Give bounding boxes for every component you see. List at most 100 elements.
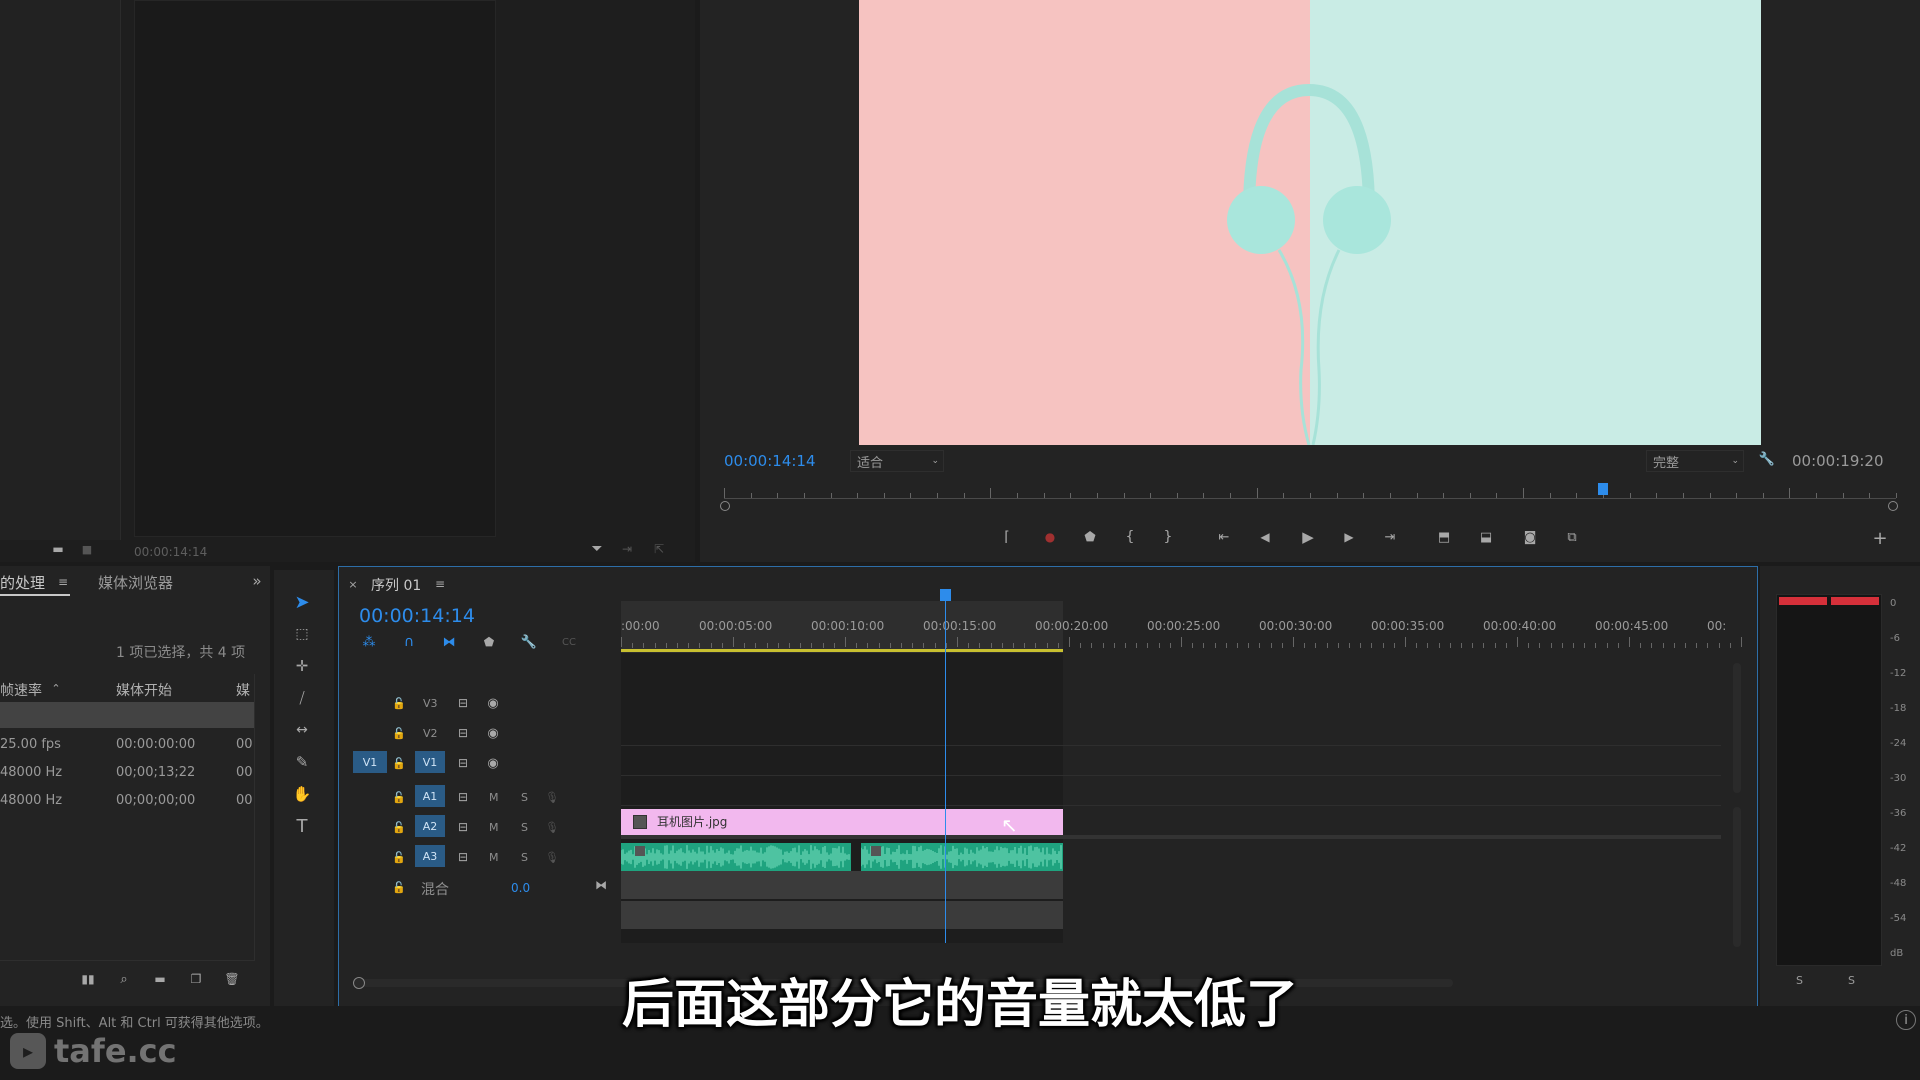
selection-tool-icon[interactable]: ➤ — [290, 590, 314, 614]
sync-lock-icon[interactable]: ⊟ — [455, 725, 471, 741]
slip-tool-icon[interactable]: ↔ — [290, 718, 314, 742]
mix-value[interactable]: 0.0 — [511, 881, 530, 895]
export-icon[interactable]: ⇱ — [650, 540, 668, 558]
solo-button[interactable]: S — [521, 851, 528, 864]
solo-right-button[interactable]: S — [1848, 974, 1855, 987]
record-icon[interactable]: ● — [1038, 526, 1062, 548]
solo-left-button[interactable]: S — [1796, 974, 1803, 987]
vertical-scrollbar-audio[interactable] — [1733, 807, 1741, 947]
eye-icon[interactable]: ◉ — [485, 725, 501, 741]
work-area-bar[interactable] — [621, 649, 1063, 652]
in-bracket-icon[interactable]: { — [1118, 526, 1142, 548]
insert-icon[interactable]: ⇥ — [618, 540, 636, 558]
audio-clip[interactable] — [621, 843, 851, 871]
sync-lock-icon[interactable]: ⊟ — [455, 695, 471, 711]
track-target-v1[interactable]: V1 — [415, 751, 445, 773]
track-target-a2[interactable]: A2 — [415, 815, 445, 837]
microphone-icon[interactable]: 🎙 — [545, 819, 559, 835]
wrench-icon[interactable]: 🔧 — [519, 633, 539, 651]
trash-icon[interactable]: 🗑 — [222, 970, 242, 988]
lock-icon[interactable]: 🔓 — [391, 755, 407, 771]
menu-icon[interactable]: ≡ — [433, 577, 447, 591]
sync-lock-icon[interactable]: ⊟ — [455, 789, 471, 805]
menu-icon[interactable]: ≡ — [56, 574, 70, 590]
mute-button[interactable]: M — [489, 821, 499, 834]
step-back-icon[interactable]: ◀ — [1253, 526, 1277, 548]
linked-selection-icon[interactable]: ⧓ — [439, 633, 459, 651]
lift-icon[interactable]: ⬒ — [1432, 526, 1456, 548]
program-scrub-bar[interactable] — [720, 478, 1900, 511]
playhead-line[interactable] — [945, 593, 946, 943]
scrub-playhead[interactable] — [1598, 483, 1608, 495]
video-clip[interactable]: 耳机图片.jpg — [621, 809, 1063, 835]
source-patch-v1[interactable]: V1 — [353, 751, 387, 773]
lock-icon[interactable]: 🔓 — [391, 879, 407, 895]
sync-lock-icon[interactable]: ⊟ — [455, 755, 471, 771]
sync-lock-icon[interactable]: ⊟ — [455, 849, 471, 865]
wrench-icon[interactable]: 🔧 — [1758, 450, 1776, 468]
comparison-view-icon[interactable]: ⧉ — [1560, 526, 1584, 548]
solo-button[interactable]: S — [521, 821, 528, 834]
captions-icon[interactable]: CC — [557, 633, 581, 651]
expand-panels-icon[interactable]: » — [248, 572, 266, 590]
trash-icon[interactable]: ■ — [80, 542, 94, 556]
mark-in-icon[interactable]: ⌈ — [995, 526, 1019, 548]
sync-lock-icon[interactable]: ⊟ — [455, 819, 471, 835]
solo-button[interactable]: S — [521, 791, 528, 804]
scrub-out-point[interactable] — [1888, 501, 1898, 511]
hand-tool-icon[interactable]: ✋ — [290, 782, 314, 806]
nest-icon[interactable]: ⁂ — [359, 633, 379, 651]
media-browser-tab[interactable]: 媒体浏览器 — [98, 572, 173, 593]
marker-icon[interactable]: ⬟ — [1078, 526, 1102, 548]
track-select-tool-icon[interactable]: ⬚ — [290, 622, 314, 646]
add-button-icon[interactable]: + — [1870, 528, 1890, 549]
out-bracket-icon[interactable]: } — [1156, 526, 1180, 548]
filter-icon[interactable]: ⏷ — [588, 540, 606, 558]
scrub-in-point[interactable] — [720, 501, 730, 511]
microphone-icon[interactable]: 🎙 — [545, 849, 559, 865]
sequence-tab[interactable]: 序列 01 — [371, 575, 421, 595]
search-icon[interactable]: ⌕ — [114, 970, 134, 988]
timeline-ruler[interactable]: :00:00 00:00:05:00 00:00:10:00 00:00:15:00 0… — [621, 601, 1742, 653]
close-icon[interactable]: × — [347, 577, 359, 591]
audio-clip[interactable] — [861, 843, 1063, 871]
lock-icon[interactable]: 🔓 — [391, 789, 407, 805]
camera-icon[interactable]: ◙ — [1518, 526, 1542, 548]
eye-icon[interactable]: ◉ — [485, 755, 501, 771]
go-to-end-icon[interactable]: ⧓ — [593, 877, 609, 893]
extract-icon[interactable]: ⬓ — [1474, 526, 1498, 548]
fit-dropdown[interactable]: 适合 ⌄ — [850, 450, 944, 472]
info-icon[interactable]: i — [1896, 1010, 1916, 1030]
razor-tool-icon[interactable]: ⧸ — [290, 686, 314, 710]
mute-button[interactable]: M — [489, 851, 499, 864]
microphone-icon[interactable]: 🎙 — [545, 789, 559, 805]
new-item-icon[interactable]: ❐ — [186, 970, 206, 988]
marker-icon[interactable]: ⬟ — [479, 633, 499, 651]
lock-icon[interactable]: 🔓 — [391, 849, 407, 865]
list-view-icon[interactable]: ▮▮ — [78, 970, 98, 988]
lock-icon[interactable]: 🔓 — [391, 725, 407, 741]
snap-icon[interactable]: ∩ — [399, 633, 419, 651]
mute-button[interactable]: M — [489, 791, 499, 804]
project-tab[interactable]: 的处理 — [0, 572, 45, 593]
folder-icon[interactable]: ▬ — [50, 542, 66, 556]
type-tool-icon[interactable]: T — [290, 814, 314, 838]
vertical-scrollbar-video[interactable] — [1733, 663, 1741, 793]
track-target-a1[interactable]: A1 — [415, 785, 445, 807]
lock-icon[interactable]: 🔓 — [391, 695, 407, 711]
program-current-timecode[interactable]: 00:00:14:14 — [724, 452, 816, 470]
timeline-timecode[interactable]: 00:00:14:14 — [359, 605, 475, 627]
playhead-handle[interactable] — [940, 589, 951, 601]
quality-dropdown[interactable]: 完整 ⌄ — [1646, 450, 1744, 472]
pen-tool-icon[interactable]: ✎ — [290, 750, 314, 774]
ripple-edit-tool-icon[interactable]: ✛ — [290, 654, 314, 678]
step-forward-icon[interactable]: ▶ — [1337, 526, 1361, 548]
go-to-out-icon[interactable]: ⇥ — [1378, 526, 1402, 548]
track-target-a3[interactable]: A3 — [415, 845, 445, 867]
eye-icon[interactable]: ◉ — [485, 695, 501, 711]
scroll-handle-left[interactable] — [353, 977, 365, 989]
folder-icon[interactable]: ▬ — [150, 970, 170, 988]
go-to-in-icon[interactable]: ⇤ — [1212, 526, 1236, 548]
play-icon[interactable]: ▶ — [1296, 526, 1320, 548]
lock-icon[interactable]: 🔓 — [391, 819, 407, 835]
